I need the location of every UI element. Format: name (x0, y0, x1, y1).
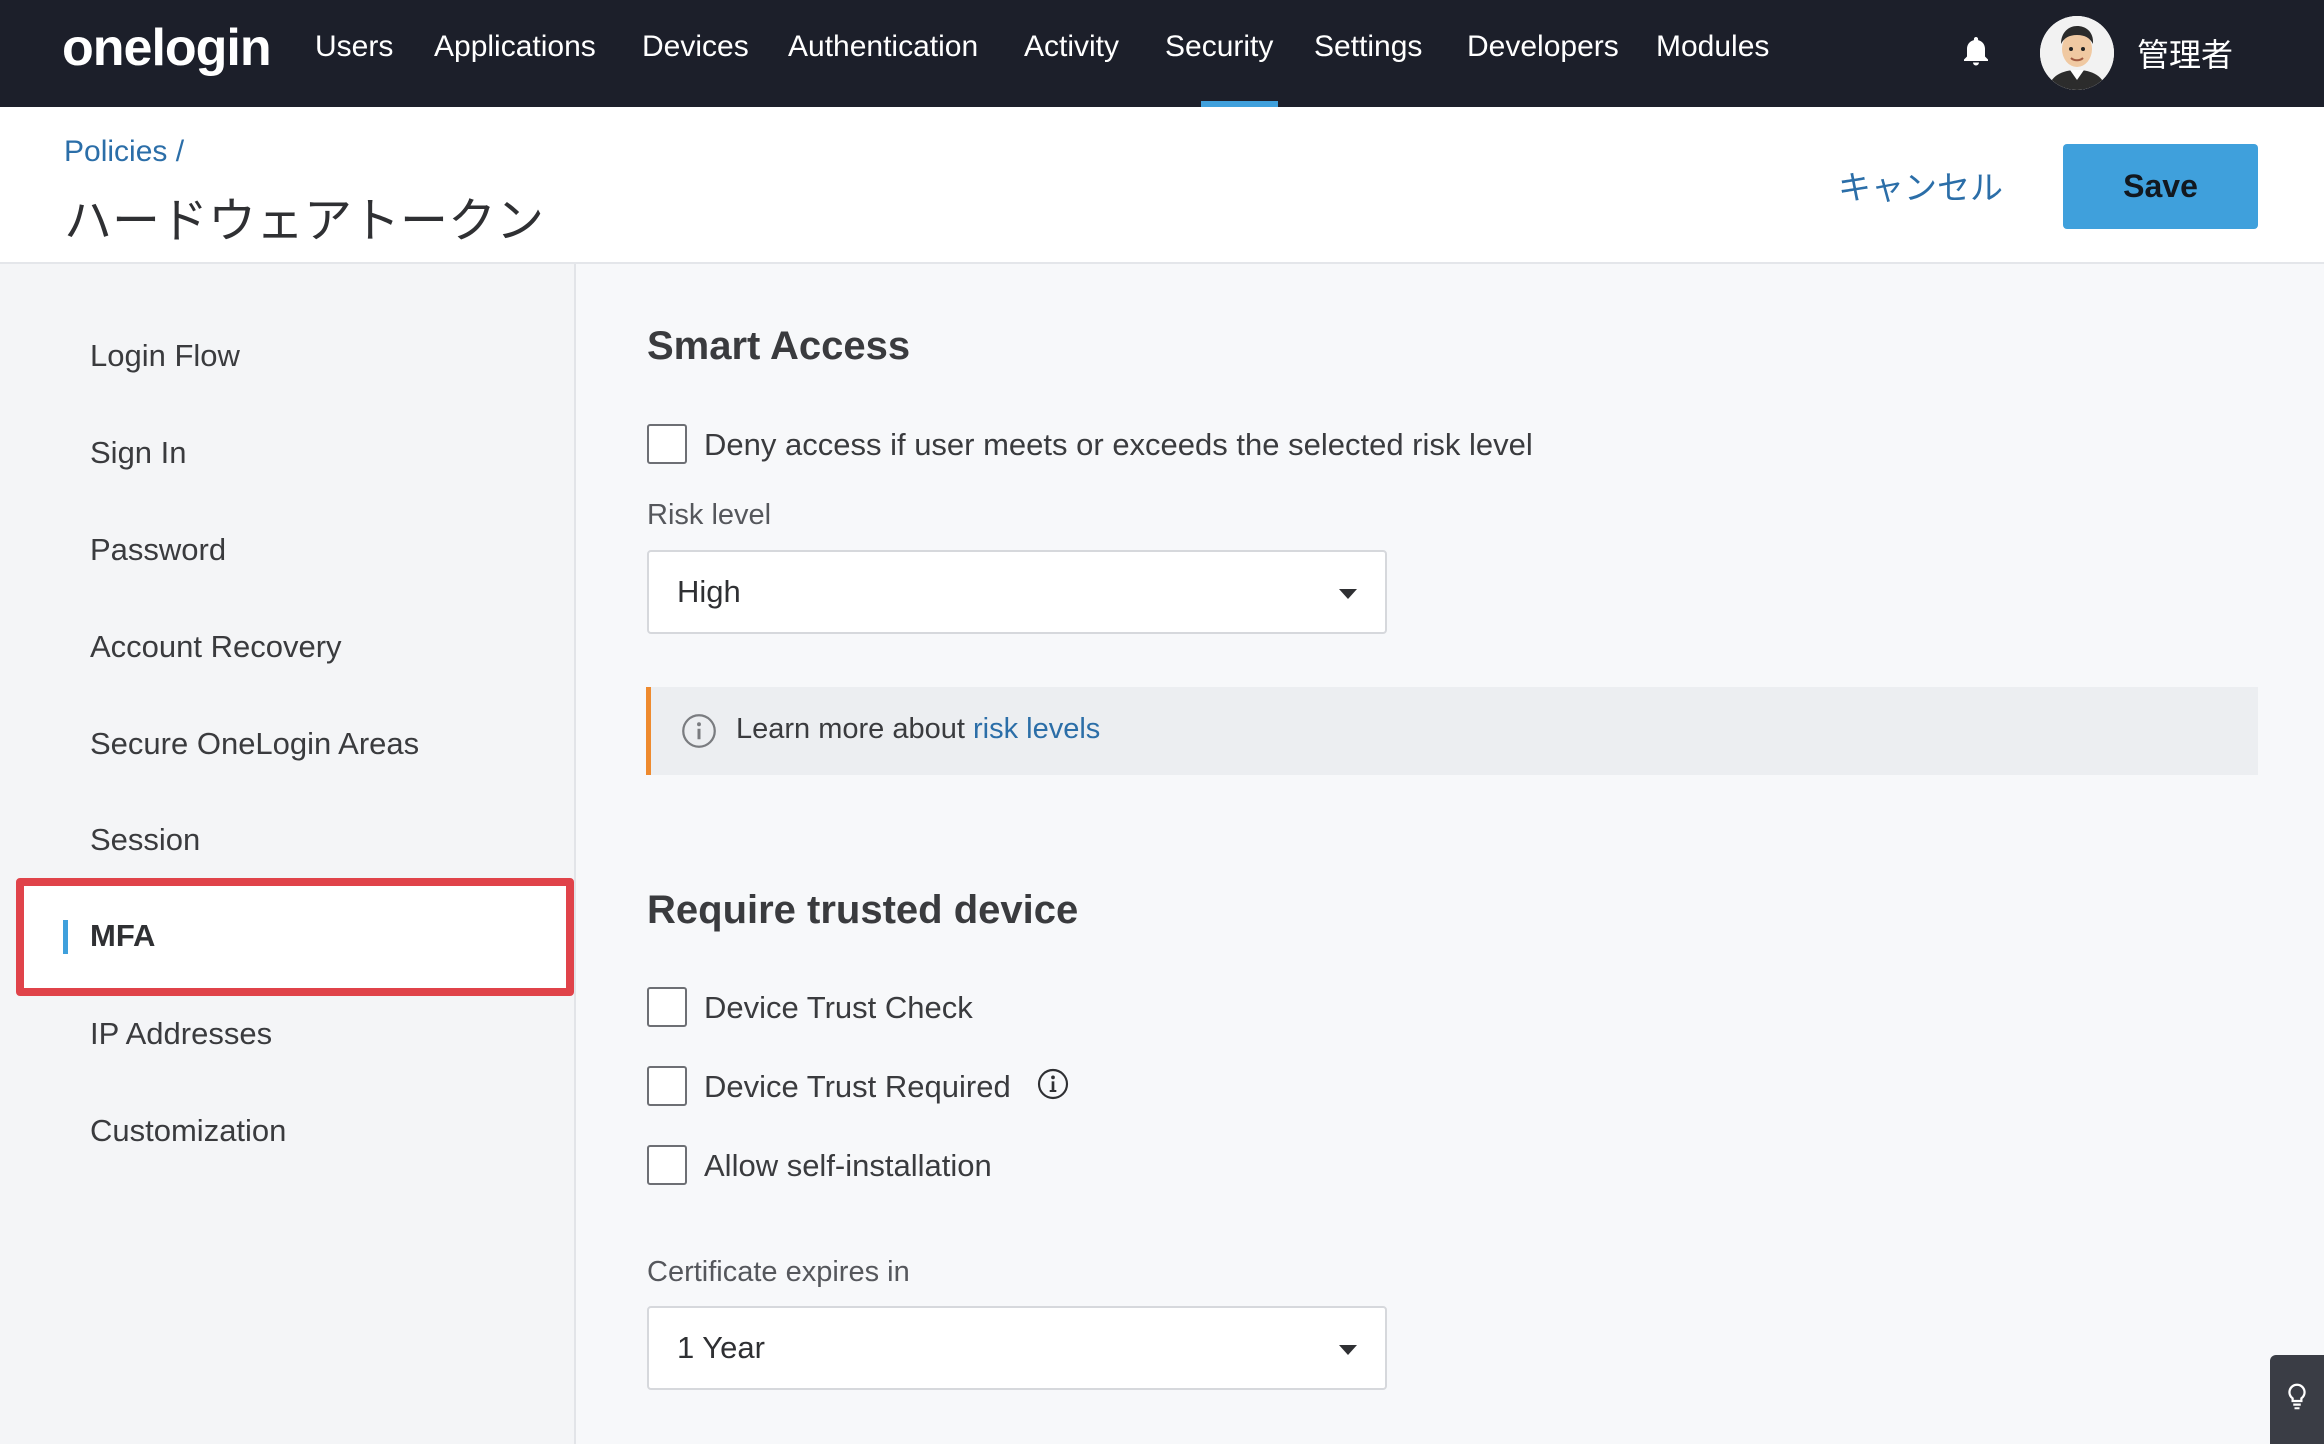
nav-developers[interactable]: Developers (1467, 30, 1619, 64)
avatar[interactable] (2040, 16, 2114, 90)
risk-level-value: High (677, 574, 741, 609)
device-trust-required-checkbox[interactable] (647, 1066, 687, 1106)
risk-level-select[interactable]: High (647, 550, 1387, 634)
help-button[interactable] (2270, 1355, 2324, 1444)
section-heading-smart-access: Smart Access (647, 324, 911, 368)
page-title: ハードウェアトークン (64, 193, 545, 249)
username[interactable]: 管理者 (2137, 30, 2233, 76)
nav-applications[interactable]: Applications (434, 30, 596, 64)
risk-level-label: Risk level (647, 499, 772, 531)
sidebar (0, 264, 576, 1444)
nav-authentication[interactable]: Authentication (788, 30, 978, 64)
sidebar-item-password[interactable]: Password (90, 532, 226, 568)
allow-self-installation-label[interactable]: Allow self-installation (704, 1148, 992, 1184)
deny-access-checkbox[interactable] (647, 424, 687, 464)
cancel-button[interactable]: キャンセル (1838, 161, 2003, 209)
device-trust-required-label[interactable]: Device Trust Required (704, 1069, 1011, 1105)
section-heading-trusted-device: Require trusted device (647, 888, 1079, 932)
sidebar-item-mfa-label[interactable]: MFA (90, 918, 155, 954)
top-nav: onelogin Users Applications Devices Auth… (0, 0, 2324, 107)
nav-devices[interactable]: Devices (642, 30, 749, 64)
nav-modules[interactable]: Modules (1656, 30, 1769, 64)
device-trust-check-checkbox[interactable] (647, 987, 687, 1027)
chevron-down-icon (1339, 589, 1357, 599)
risk-info-callout: Learn more about risk levels (646, 687, 2258, 775)
page-header: Policies / ハードウェアトークン キャンセル Save (0, 107, 2324, 264)
certificate-expires-label: Certificate expires in (647, 1256, 910, 1288)
bell-icon[interactable] (1958, 34, 1994, 70)
chevron-down-icon (1339, 1345, 1357, 1355)
sidebar-item-secure-onelogin-areas[interactable]: Secure OneLogin Areas (90, 726, 419, 762)
nav-security[interactable]: Security (1165, 30, 1273, 64)
info-icon[interactable] (1037, 1068, 1069, 1100)
save-button[interactable]: Save (2063, 144, 2258, 229)
info-icon (682, 714, 716, 748)
sidebar-item-ip-addresses[interactable]: IP Addresses (90, 1016, 272, 1052)
sidebar-item-login-flow[interactable]: Login Flow (90, 338, 240, 374)
device-trust-check-label[interactable]: Device Trust Check (704, 990, 973, 1026)
allow-self-installation-checkbox[interactable] (647, 1145, 687, 1185)
sidebar-item-customization[interactable]: Customization (90, 1113, 286, 1149)
certificate-expires-select[interactable]: 1 Year (647, 1306, 1387, 1390)
info-text: Learn more about risk levels (736, 713, 1100, 746)
lightbulb-icon (2288, 1383, 2306, 1410)
certificate-expires-value: 1 Year (677, 1330, 765, 1365)
deny-access-label[interactable]: Deny access if user meets or exceeds the… (704, 427, 1533, 463)
nav-settings[interactable]: Settings (1314, 30, 1422, 64)
nav-users[interactable]: Users (315, 30, 393, 64)
breadcrumb[interactable]: Policies / (64, 135, 184, 169)
risk-levels-link[interactable]: risk levels (973, 713, 1100, 745)
sidebar-item-sign-in[interactable]: Sign In (90, 435, 187, 471)
onelogin-logo[interactable]: onelogin (62, 18, 272, 78)
sidebar-item-session[interactable]: Session (90, 822, 200, 858)
info-text-prefix: Learn more about (736, 713, 973, 745)
selected-indicator (63, 920, 68, 954)
nav-activity[interactable]: Activity (1024, 30, 1119, 64)
sidebar-item-account-recovery[interactable]: Account Recovery (90, 629, 342, 665)
